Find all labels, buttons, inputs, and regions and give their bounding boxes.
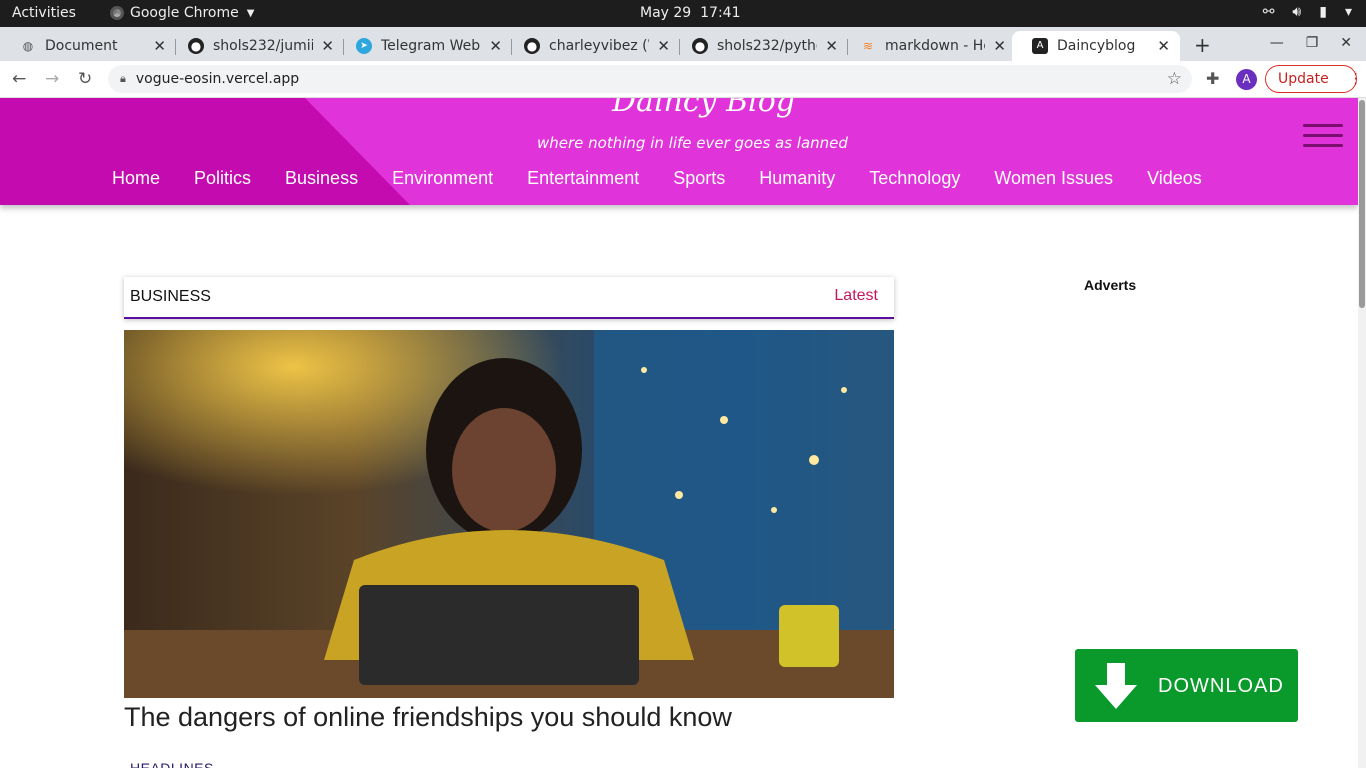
forward-arrow-icon[interactable]: → [45,69,59,89]
close-icon[interactable]: ✕ [993,37,1006,55]
close-icon[interactable]: ✕ [153,37,166,55]
download-label: DOWNLOAD [1158,675,1284,697]
tab-markdown[interactable]: ≋ markdown - Ho ✕ [840,31,1016,61]
download-arrow-icon [1095,663,1137,709]
clock[interactable]: May 29 17:41 [640,5,740,21]
main-nav: Home Politics Business Environment Enter… [112,168,1236,189]
nav-entertainment[interactable]: Entertainment [527,168,639,189]
site-tagline: where nothing in life ever goes as lanne… [537,134,848,152]
tab-strip: ◍ Document ✕ ● shols232/jumii ✕ ➤ Telegr… [0,27,1366,61]
date-text: May 29 [640,5,692,21]
profile-avatar[interactable]: A [1236,69,1257,90]
globe-icon: ◍ [22,39,34,53]
tab-title: Document [45,38,118,54]
bookmark-star-icon[interactable]: ☆ [1167,69,1182,89]
stackoverflow-icon: ≋ [862,39,874,53]
nav-humanity[interactable]: Humanity [759,168,835,189]
nav-technology[interactable]: Technology [869,168,960,189]
nav-politics[interactable]: Politics [194,168,251,189]
nav-women-issues[interactable]: Women Issues [994,168,1113,189]
caret-down-icon: ▼ [246,7,255,19]
article-title[interactable]: The dangers of online friendships you sh… [124,702,732,733]
close-window-icon[interactable]: ✕ [1340,35,1352,51]
telegram-icon: ➤ [356,38,372,54]
app-name: Google Chrome [130,5,239,21]
woman-with-laptop-image [124,330,894,698]
system-top-bar: Activities Google Chrome ▼ May 29 17:41 … [0,0,1366,27]
update-label: Update [1278,71,1329,87]
volume-icon: 🔊︎ [1292,4,1302,20]
close-icon[interactable]: ✕ [657,37,670,55]
github-icon: ● [188,38,204,54]
tab-title: shols232/jumii [213,38,313,54]
new-tab-button[interactable]: + [1194,33,1211,57]
time-text: 17:41 [700,5,741,21]
update-button[interactable]: Update ⋮ [1265,65,1363,93]
lock-icon[interactable]: 🔒︎ [120,72,126,86]
extensions-puzzle-icon[interactable]: ✚ [1206,69,1219,88]
site-header: Daincy Blog where nothing in life ever g… [0,98,1358,205]
section-category: BUSINESS [130,288,211,305]
github-icon: ● [692,38,708,54]
tab-jumii[interactable]: ● shols232/jumii ✕ [168,31,344,61]
tab-title: charleyvibez (W [549,38,649,54]
url-text[interactable]: vogue-eosin.vercel.app [136,71,299,87]
article-image[interactable] [124,330,894,698]
page-viewport: Daincy Blog where nothing in life ever g… [0,98,1358,768]
nav-business[interactable]: Business [285,168,358,189]
page-scrollbar[interactable] [1358,98,1366,768]
headlines-label: HEADLINES [130,760,214,768]
tab-title: shols232/pytho [717,38,817,54]
window-controls: — ❐ ✕ [1270,35,1352,51]
more-vert-icon: ⋮ [1348,71,1363,87]
hamburger-menu-icon[interactable] [1303,124,1343,148]
tab-title: Daincyblog [1057,38,1136,54]
tab-document[interactable]: ◍ Document ✕ [0,31,176,61]
close-icon[interactable]: ✕ [1157,37,1170,55]
close-icon[interactable]: ✕ [825,37,838,55]
tab-telegram[interactable]: ➤ Telegram Web ✕ [336,31,512,61]
github-icon: ● [524,38,540,54]
latest-link[interactable]: Latest [834,287,878,305]
system-tray[interactable]: ⚯ 🔊︎ ▮ ▾ [1263,4,1352,20]
minimize-icon[interactable]: — [1270,35,1284,51]
nav-sports[interactable]: Sports [673,168,725,189]
download-button[interactable]: DOWNLOAD [1075,649,1298,722]
tab-python[interactable]: ● shols232/pytho ✕ [672,31,848,61]
close-icon[interactable]: ✕ [321,37,334,55]
nav-home[interactable]: Home [112,168,160,189]
adverts-heading: Adverts [1084,277,1137,293]
browser-toolbar: ← → ↻ 🔒︎ vogue-eosin.vercel.app ☆ ✚ A Up… [0,61,1366,98]
nav-environment[interactable]: Environment [392,168,493,189]
close-icon[interactable]: ✕ [489,37,502,55]
address-bar[interactable]: 🔒︎ vogue-eosin.vercel.app ☆ [108,65,1192,93]
network-icon: ⚯ [1262,4,1275,20]
tab-daincyblog[interactable]: A Daincyblog ✕ [1012,31,1180,61]
chevron-down-icon: ▾ [1344,4,1352,20]
chrome-icon [110,6,124,20]
restore-icon[interactable]: ❐ [1306,35,1319,51]
battery-icon: ▮ [1319,4,1327,20]
tab-charleyvibez[interactable]: ● charleyvibez (W ✕ [504,31,680,61]
site-logo[interactable]: Daincy Blog [612,98,795,119]
section-header: BUSINESS Latest [124,277,894,319]
nav-videos[interactable]: Videos [1147,168,1202,189]
activities-button[interactable]: Activities [12,5,76,21]
back-arrow-icon[interactable]: ← [12,69,26,89]
tab-title: markdown - Ho [885,38,985,54]
reload-icon[interactable]: ↻ [78,69,92,89]
scrollbar-thumb[interactable] [1359,100,1365,308]
app-menu[interactable]: Google Chrome ▼ [110,5,254,21]
tab-title: Telegram Web [381,38,481,54]
angular-icon: A [1032,38,1048,54]
